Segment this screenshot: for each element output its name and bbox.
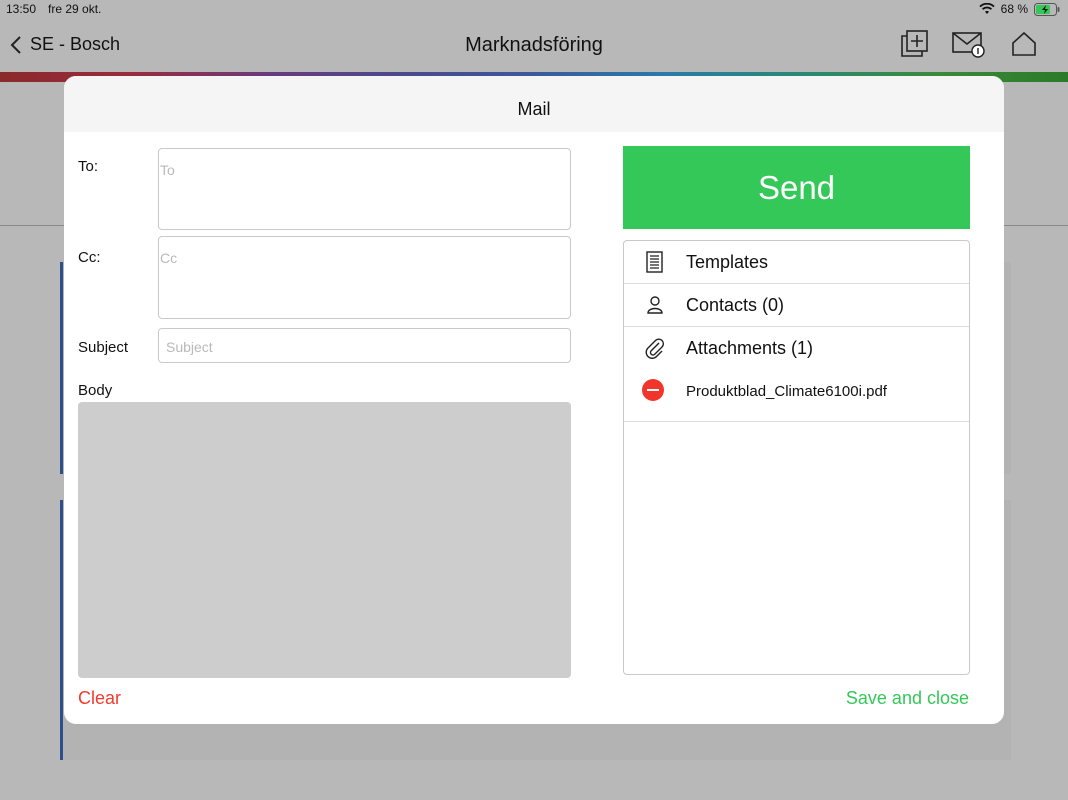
attachment-item: Produktblad_Climate6100i.pdf: [624, 369, 969, 422]
to-label: To:: [78, 158, 99, 175]
body-label: Body: [78, 382, 113, 399]
nav-bar: SE - Bosch Marknadsföring: [0, 18, 1068, 72]
clear-button[interactable]: Clear: [78, 688, 121, 709]
save-and-close-button[interactable]: Save and close: [846, 688, 969, 709]
status-time: 13:50: [6, 2, 37, 16]
cc-placeholder: Cc: [160, 250, 178, 266]
to-placeholder: To: [160, 162, 175, 178]
contacts-label: Contacts (0): [686, 295, 785, 315]
paperclip-icon: [645, 338, 665, 359]
attachments-label: Attachments (1): [686, 338, 814, 358]
person-icon: [647, 296, 663, 314]
send-button[interactable]: Send: [623, 146, 970, 229]
battery-icon: [1034, 2, 1060, 16]
to-field[interactable]: To: [158, 148, 571, 230]
subject-field[interactable]: Subject: [158, 328, 571, 363]
templates-label: Templates: [686, 252, 769, 272]
mail-icon[interactable]: [952, 30, 986, 58]
remove-attachment-icon[interactable]: [642, 379, 664, 401]
status-right: 68 %: [979, 2, 1060, 16]
contacts-row[interactable]: Contacts (0): [624, 284, 969, 327]
home-icon[interactable]: [1010, 30, 1038, 58]
battery-percent: 68 %: [1000, 2, 1028, 16]
subject-label: Subject: [78, 339, 129, 356]
modal-title: Mail: [64, 76, 1004, 132]
attachment-name: Produktblad_Climate6100i.pdf: [686, 383, 887, 400]
wifi-icon: [979, 3, 995, 14]
status-bar: 13:50 fre 29 okt. 68 %: [0, 0, 1068, 18]
subject-placeholder: Subject: [166, 339, 213, 355]
body-field[interactable]: [78, 402, 571, 678]
status-date: fre 29 okt.: [48, 2, 102, 16]
nav-actions: [900, 30, 1038, 58]
templates-row[interactable]: Templates: [624, 241, 969, 284]
options-panel: Templates Contacts (0) Attachments (1) P…: [623, 240, 970, 675]
mail-modal: Mail To: To Cc: Cc Subject Subject Body …: [64, 76, 1004, 724]
cc-field[interactable]: Cc: [158, 236, 571, 319]
add-window-icon[interactable]: [900, 30, 928, 58]
document-icon: [646, 251, 663, 273]
cc-label: Cc:: [78, 249, 101, 266]
attachments-row[interactable]: Attachments (1): [624, 327, 969, 369]
